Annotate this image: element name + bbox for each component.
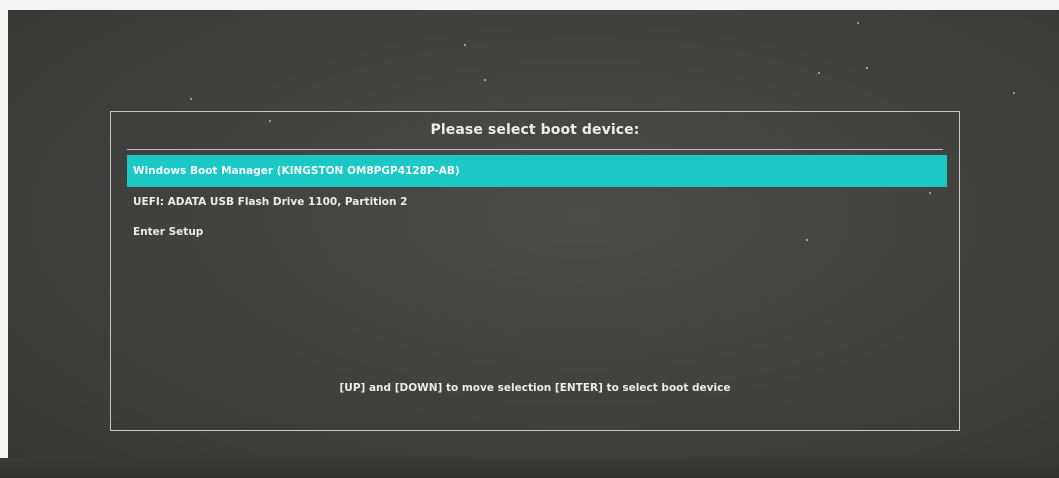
boot-device-list: Windows Boot Manager (KINGSTON OM8PGP412… — [127, 155, 947, 247]
photo-top-edge — [0, 0, 1059, 10]
dust-speck — [818, 72, 820, 74]
boot-option-enter-setup[interactable]: Enter Setup — [127, 217, 947, 247]
boot-option-windows-boot-manager[interactable]: Windows Boot Manager (KINGSTON OM8PGP412… — [127, 155, 947, 187]
title-divider — [127, 149, 943, 150]
dust-speck — [484, 79, 486, 81]
boot-option-uefi-usb[interactable]: UEFI: ADATA USB Flash Drive 1100, Partit… — [127, 187, 947, 217]
navigation-hint: [UP] and [DOWN] to move selection [ENTER… — [339, 382, 731, 394]
dust-speck — [190, 98, 192, 100]
dust-speck — [866, 67, 868, 69]
photo-left-edge — [0, 0, 8, 478]
photo-bottom-edge — [0, 458, 1059, 478]
dust-speck — [464, 44, 466, 46]
dust-speck — [857, 22, 859, 24]
boot-menu-frame: Please select boot device: Windows Boot … — [110, 111, 960, 431]
dust-speck — [1013, 92, 1015, 94]
boot-menu-title: Please select boot device: — [430, 122, 640, 138]
